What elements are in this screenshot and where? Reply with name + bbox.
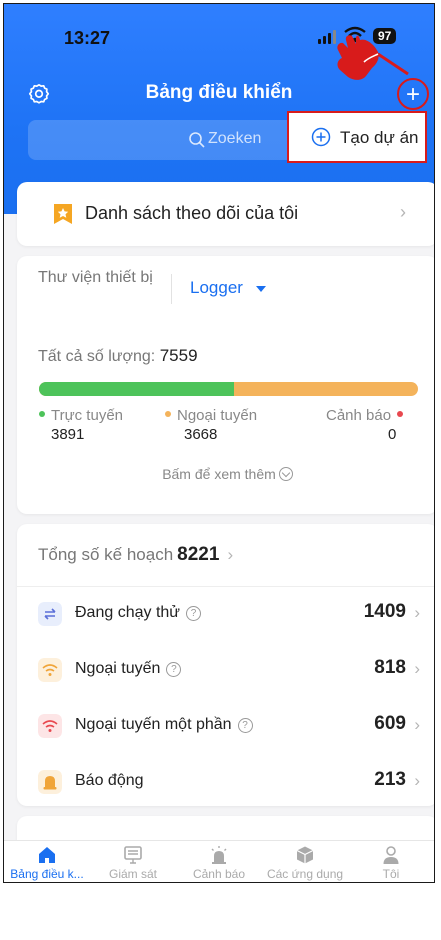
- plans-card: Tổng số kế hoạch 8221 › Đang chạy thử? 140…: [17, 524, 434, 806]
- legend-alert-label: Cảnh báo: [326, 407, 392, 424]
- alert-dot: [397, 411, 404, 417]
- plan-row-label: Ngoại tuyến một phần?: [75, 716, 253, 734]
- tab-label: Tôi: [382, 867, 400, 881]
- wifi-partial-icon: [38, 714, 62, 738]
- plan-row-text: Ngoại tuyến: [75, 660, 161, 677]
- test-run-icon: [38, 602, 62, 626]
- legend-offline-label: Ngoại tuyến: [177, 407, 258, 424]
- plan-row-alarm[interactable]: Báo động 213 ›: [17, 754, 434, 810]
- plan-row-value: 818: [374, 657, 406, 678]
- alarm-icon: [38, 770, 62, 794]
- create-project-label[interactable]: Tạo dự án: [340, 128, 418, 148]
- caret-down-icon[interactable]: [256, 286, 266, 292]
- watchlist-card[interactable]: Danh sách theo dõi của tôi ›: [17, 182, 434, 246]
- status-time: 13:27: [64, 28, 111, 48]
- online-dot: [39, 411, 45, 417]
- plans-total: 8221: [177, 544, 220, 565]
- tab-monitoring[interactable]: Giám sát: [90, 841, 176, 882]
- see-more-label[interactable]: Bấm để xem thêm: [162, 466, 276, 482]
- see-more-link[interactable]: Bấm để xem thêm: [17, 466, 434, 482]
- total-count: Tất cả số lượng: 7559: [38, 346, 198, 366]
- plan-row-value: 213: [374, 769, 406, 790]
- plan-row-label: Báo động: [75, 772, 144, 790]
- plans-title: Tổng số kế hoạch: [38, 545, 174, 564]
- wifi-offline-icon: [38, 658, 62, 682]
- total-count-value: 7559: [159, 346, 198, 365]
- help-icon[interactable]: ?: [237, 718, 253, 733]
- chevron-right-icon: ›: [414, 659, 420, 678]
- plan-row-offline[interactable]: Ngoại tuyến? 818 ›: [17, 642, 434, 698]
- help-icon[interactable]: ?: [186, 606, 201, 621]
- pointing-hand-annotation-icon: [337, 35, 409, 80]
- home-icon: [39, 847, 55, 863]
- search-input[interactable]: Zoeken: [208, 130, 261, 148]
- plan-row-text: Báo động: [75, 772, 144, 789]
- apps-cube-icon: [296, 846, 314, 864]
- alarm-light-icon: [211, 846, 227, 864]
- plan-row-testing[interactable]: Đang chạy thử? 1409 ›: [17, 586, 434, 642]
- plan-row-label: Ngoại tuyến?: [75, 660, 182, 678]
- chevron-right-icon: ›: [400, 202, 406, 222]
- device-library-card: Thư viện thiết bị Logger Tất cả số lượng…: [17, 256, 434, 514]
- plan-row-label: Đang chạy thử?: [75, 604, 201, 622]
- tab-label: Bảng điều k...: [10, 867, 84, 881]
- plan-row-value: 609: [374, 713, 406, 734]
- online-fill: [39, 382, 235, 396]
- plan-row-text: Đang chạy thử: [75, 604, 180, 621]
- bookmark-star-icon: [54, 204, 72, 224]
- offline-dot: [165, 411, 171, 417]
- add-circle-icon: [311, 127, 331, 147]
- search-bar[interactable]: Zoeken: [28, 120, 298, 160]
- tab-alerts[interactable]: Cảnh báo: [176, 841, 262, 882]
- tab-label: Giám sát: [108, 867, 157, 881]
- divider: [171, 274, 172, 304]
- plan-row-text: Ngoại tuyến một phần: [75, 716, 232, 733]
- tab-me[interactable]: Tôi: [348, 841, 434, 882]
- plan-row-partial-offline[interactable]: Ngoại tuyến một phần? 609 ›: [17, 698, 434, 754]
- legend-alert: Cảnh báo: [326, 407, 404, 424]
- app-screen: 13:27 97 Bảng điều khiển + Zoeken Tạo dự…: [3, 3, 435, 883]
- expand-circle-icon[interactable]: [278, 467, 293, 481]
- tab-label: Cảnh báo: [192, 867, 246, 881]
- alert-value: 0: [388, 426, 397, 443]
- search-icon: [189, 132, 205, 148]
- watchlist-label: Danh sách theo dõi của tôi: [85, 203, 299, 223]
- plans-header[interactable]: Tổng số kế hoạch 8221 ›: [38, 544, 233, 566]
- legend-offline: Ngoại tuyến: [165, 407, 257, 424]
- device-library-label: Thư viện thiết bị: [38, 269, 153, 286]
- monitor-icon: [124, 846, 142, 864]
- total-count-label: Tất cả số lượng:: [38, 348, 156, 365]
- tab-dashboard[interactable]: Bảng điều k...: [4, 841, 90, 882]
- offline-value: 3668: [184, 426, 218, 443]
- chevron-right-icon: ›: [414, 771, 420, 790]
- legend-online-label: Trực tuyến: [51, 407, 124, 424]
- status-progress-bar: [39, 382, 418, 396]
- legend-online: Trực tuyến: [39, 407, 123, 424]
- chevron-right-icon: ›: [414, 603, 420, 622]
- chevron-right-icon: ›: [227, 545, 234, 564]
- tab-label: Các ứng dụng: [266, 867, 344, 881]
- create-project-menu[interactable]: Tạo dự án: [287, 111, 427, 163]
- help-icon[interactable]: ?: [166, 662, 182, 677]
- bottom-tab-bar: Bảng điều k... Giám sát Cảnh báo Các ứng…: [4, 840, 434, 882]
- online-value: 3891: [51, 426, 85, 443]
- tab-apps[interactable]: Các ứng dụng: [262, 841, 348, 882]
- user-icon: [383, 846, 399, 864]
- device-type-select[interactable]: Logger: [190, 278, 243, 298]
- plan-row-value: 1409: [363, 601, 406, 622]
- chevron-right-icon: ›: [414, 715, 420, 734]
